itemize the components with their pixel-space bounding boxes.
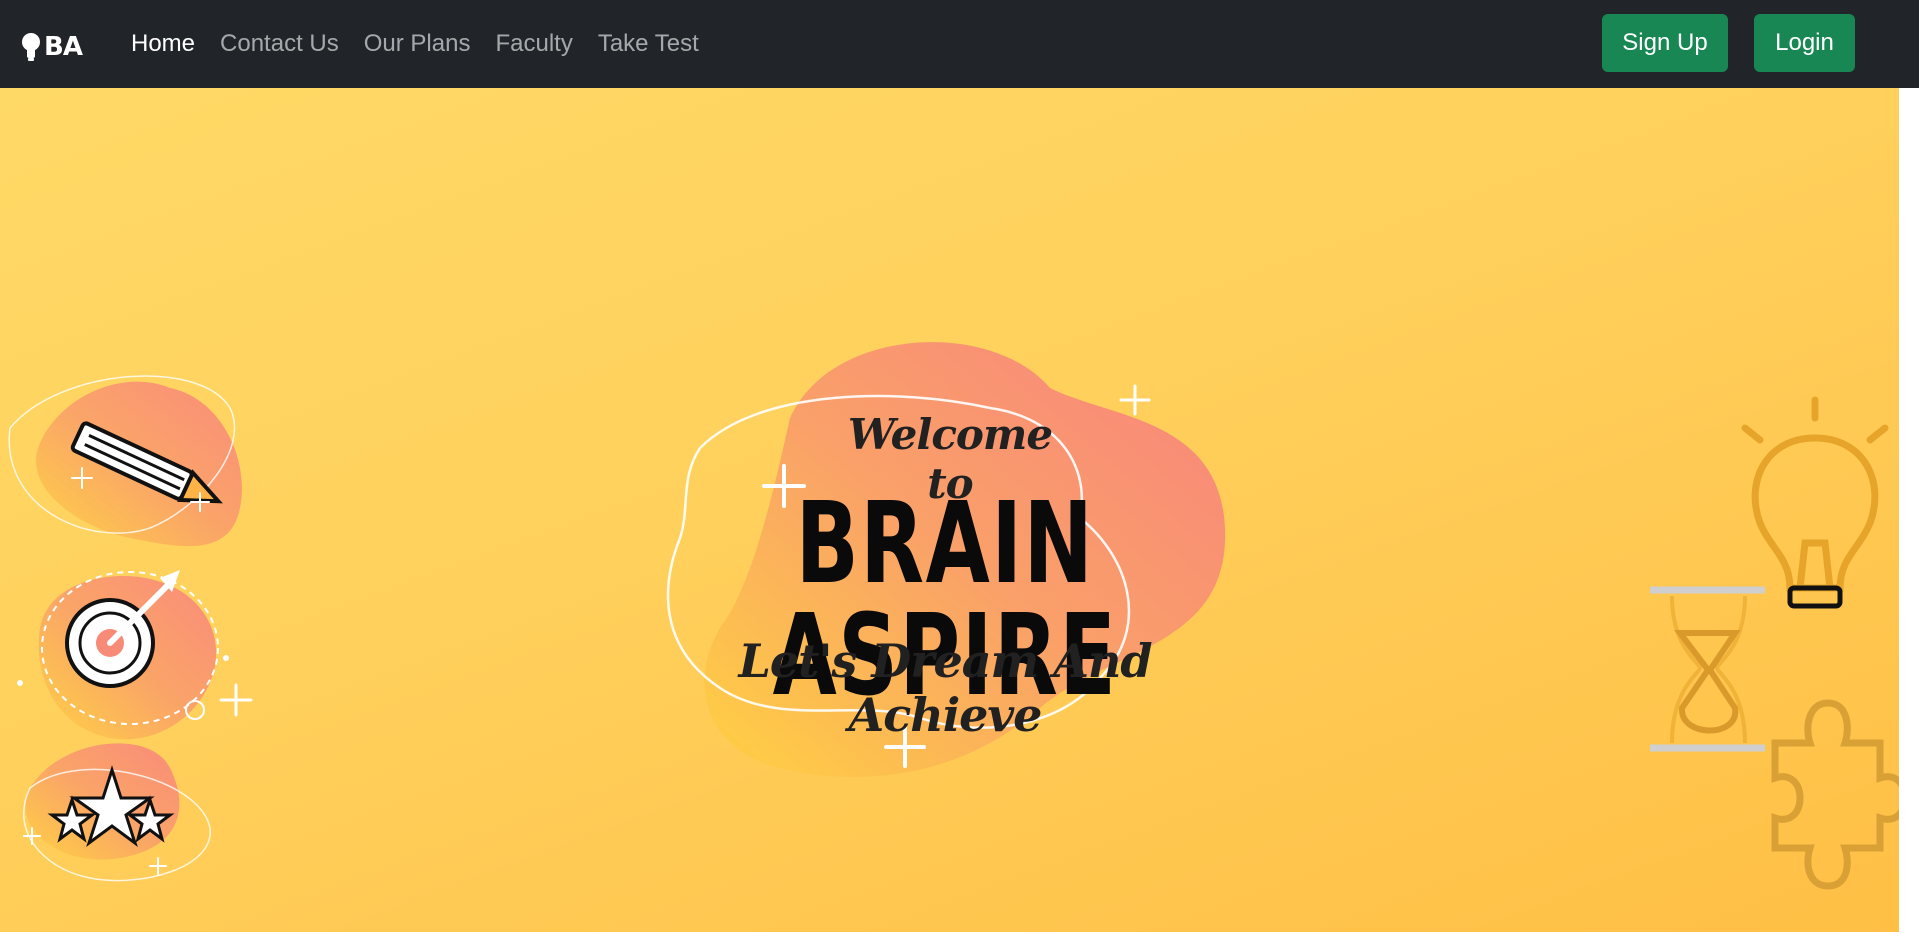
- nav-link-our-plans[interactable]: Our Plans: [364, 30, 471, 58]
- brand-text: BA: [44, 32, 83, 62]
- target-icon: [17, 570, 253, 740]
- login-button[interactable]: Login: [1754, 14, 1855, 72]
- hero-bottom-edge: [0, 932, 1899, 936]
- nav-link-faculty[interactable]: Faculty: [495, 30, 572, 58]
- page-right-margin: [1899, 88, 1919, 936]
- stars-icon: [23, 743, 211, 882]
- lightbulb-icon: [1741, 396, 1889, 609]
- pencil-icon: [8, 375, 242, 547]
- top-navbar: BA Home Contact Us Our Plans Faculty Tak…: [0, 0, 1919, 88]
- nav-link-contact-us[interactable]: Contact Us: [220, 30, 339, 58]
- nav-links: Home Contact Us Our Plans Faculty Take T…: [131, 0, 724, 88]
- lightbulb-logo-icon: [22, 33, 40, 61]
- puzzle-icon: [1771, 699, 1899, 890]
- brand-logo[interactable]: BA: [20, 30, 92, 64]
- nav-link-take-test[interactable]: Take Test: [598, 30, 699, 58]
- sign-up-button[interactable]: Sign Up: [1602, 14, 1728, 72]
- nav-link-home[interactable]: Home: [131, 30, 195, 58]
- hero-banner: Welcome to BRAIN ASPIRE Let's Dream And …: [0, 88, 1899, 934]
- hero-tagline: Let's Dream And Achieve: [738, 634, 1152, 742]
- hourglass-icon: [1650, 586, 1765, 752]
